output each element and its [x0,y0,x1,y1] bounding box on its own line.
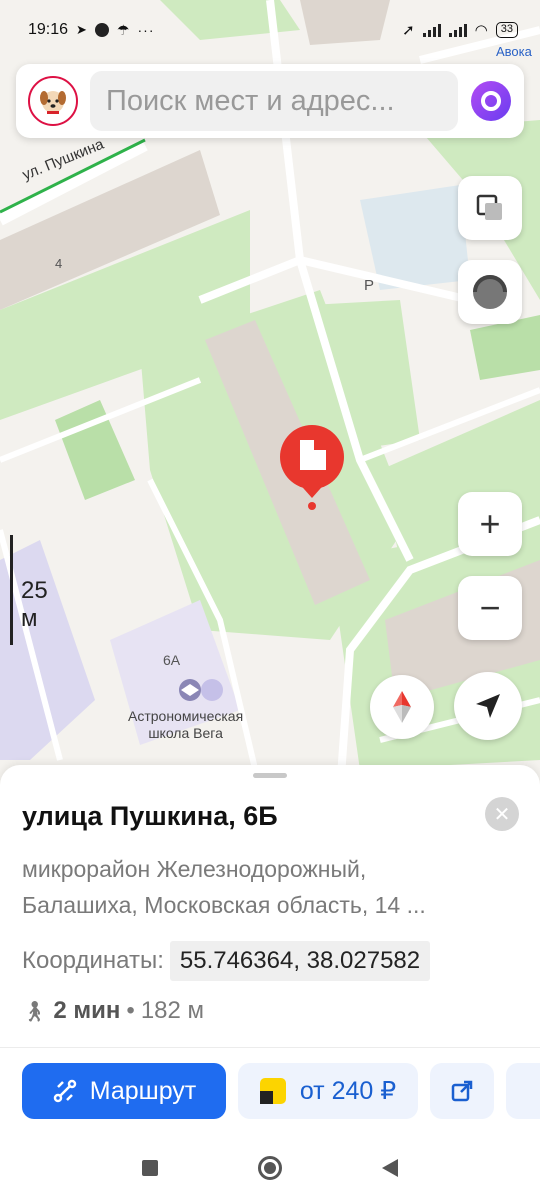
taxi-price: от 240 ₽ [299,1077,397,1105]
walk-separator: • [126,997,135,1024]
route-button[interactable]: Маршрут [22,1063,226,1119]
home-icon[interactable] [258,1155,282,1180]
zoom-out-button[interactable]: − [458,576,522,640]
layers-button[interactable] [458,176,522,240]
my-location-button[interactable] [454,672,522,740]
share-button[interactable] [430,1063,494,1119]
parking-label: P [364,277,375,294]
taxi-button[interactable]: от 240 ₽ [238,1063,418,1119]
telegram-icon: ➤ [76,22,87,37]
sheet-grabber[interactable] [253,773,287,778]
signal-icon [448,23,467,37]
system-navigation-bar [0,1135,540,1200]
battery-icon: 33 [495,22,518,38]
search-input[interactable]: Поиск мест и адрес... [90,71,458,131]
divider [0,1047,540,1048]
pedestrian-icon: 🚶︎ [22,1000,48,1023]
map-scale: 25 м [10,535,48,645]
yandex-taxi-icon [259,1078,286,1104]
plus-icon: + [479,503,501,544]
clock: 19:16 [28,21,69,38]
status-bar: 19:16 ➤ ☂ ··· ➚ ◠ 33 [0,0,540,60]
traffic-gauge-icon [473,275,507,309]
profile-avatar[interactable] [28,76,78,126]
more-actions-button[interactable] [506,1063,540,1119]
compass-icon [393,691,411,723]
school-name-label: Астрономическая школа Вега [128,708,244,741]
route-icon [53,1079,76,1103]
school-icon [179,679,201,701]
place-title: улица Пушкина, 6Б [22,801,278,831]
coordinates-row: Координаты: 55.746364, 38.027582 [22,941,431,981]
recents-icon[interactable] [142,1159,158,1176]
vk-mail-icon [94,23,109,37]
search-bar[interactable]: Поиск мест и адрес... [16,64,524,138]
close-button[interactable]: ✕ [485,797,519,831]
coordinates-label: Координаты: [22,947,164,974]
traffic-button[interactable] [458,260,522,324]
walk-info: 🚶︎ 2 мин • 182 м [22,997,204,1025]
scale-label: 25 м [21,577,48,632]
action-buttons: Маршрут от 240 ₽ [22,1063,540,1119]
walk-time: 2 мин [53,997,121,1024]
minus-icon: − [479,587,501,628]
wifi-icon: ◠ [474,22,488,39]
umbrella-icon: ☂ [116,21,130,38]
compass-button[interactable] [370,675,434,739]
coordinates-value[interactable]: 55.746364, 38.027582 [169,941,431,981]
walk-distance: 182 м [140,997,205,1024]
close-icon: ✕ [493,803,511,826]
route-label: Маршрут [89,1076,197,1105]
alice-assistant-button[interactable] [470,80,512,122]
more-dots-icon: ··· [137,22,155,38]
dog-avatar-icon [40,91,66,114]
location-arrow-icon: ➚ [402,22,415,39]
back-icon[interactable] [382,1158,398,1177]
locate-arrow-icon [476,694,500,718]
layers-icon [476,194,502,220]
house-number-label: 6А [163,652,181,668]
signal-icon [422,23,441,37]
alice-icon [471,81,511,121]
external-link-icon [451,1080,473,1102]
place-address: микрорайон Железнодорожный, Балашиха, Мо… [22,856,426,918]
house-number-label: 4 [55,256,63,271]
zoom-in-button[interactable]: + [458,492,522,556]
